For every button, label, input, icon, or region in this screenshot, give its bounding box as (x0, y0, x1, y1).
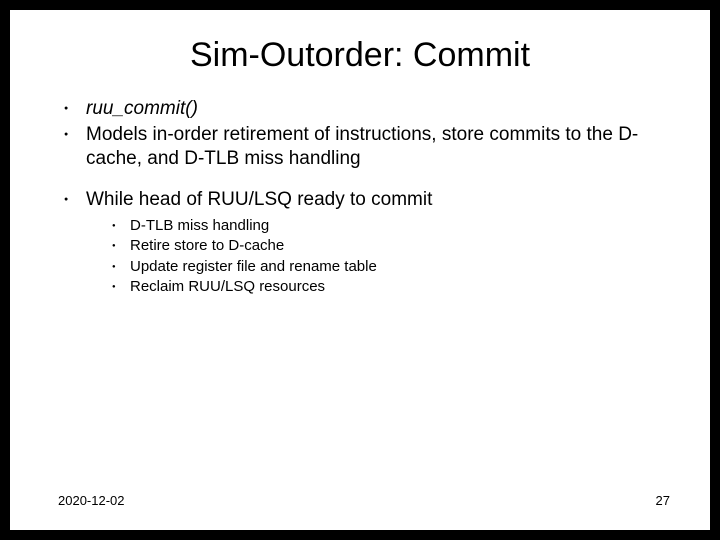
bullet-item: Models in-order retirement of instructio… (64, 123, 680, 171)
sub-bullet-text: Retire store to D-cache (130, 237, 284, 254)
sub-bullet-text: Update register file and rename table (130, 258, 377, 275)
sub-bullet-item: D-TLB miss handling (112, 216, 680, 236)
slide-title: Sim-Outorder: Commit (40, 36, 680, 75)
slide: Sim-Outorder: Commit ruu_commit() Models… (10, 10, 710, 530)
bullet-item: ruu_commit() (64, 97, 680, 121)
bullet-item: While head of RUU/LSQ ready to commit D-… (64, 188, 680, 297)
bullet-text: Models in-order retirement of instructio… (86, 124, 638, 169)
sub-bullet-item: Update register file and rename table (112, 257, 680, 277)
bullet-text: ruu_commit() (86, 98, 198, 119)
footer-date: 2020-12-02 (58, 493, 125, 508)
footer-page-number: 27 (656, 493, 670, 508)
sub-bullet-text: D-TLB miss handling (130, 217, 269, 234)
bullet-list: ruu_commit() Models in-order retirement … (40, 97, 680, 297)
sub-bullet-text: Reclaim RUU/LSQ resources (130, 278, 325, 295)
sub-bullet-list: D-TLB miss handling Retire store to D-ca… (86, 216, 680, 297)
sub-bullet-item: Reclaim RUU/LSQ resources (112, 277, 680, 297)
sub-bullet-item: Retire store to D-cache (112, 236, 680, 256)
bullet-text: While head of RUU/LSQ ready to commit (86, 189, 432, 210)
slide-footer: 2020-12-02 27 (58, 493, 670, 508)
